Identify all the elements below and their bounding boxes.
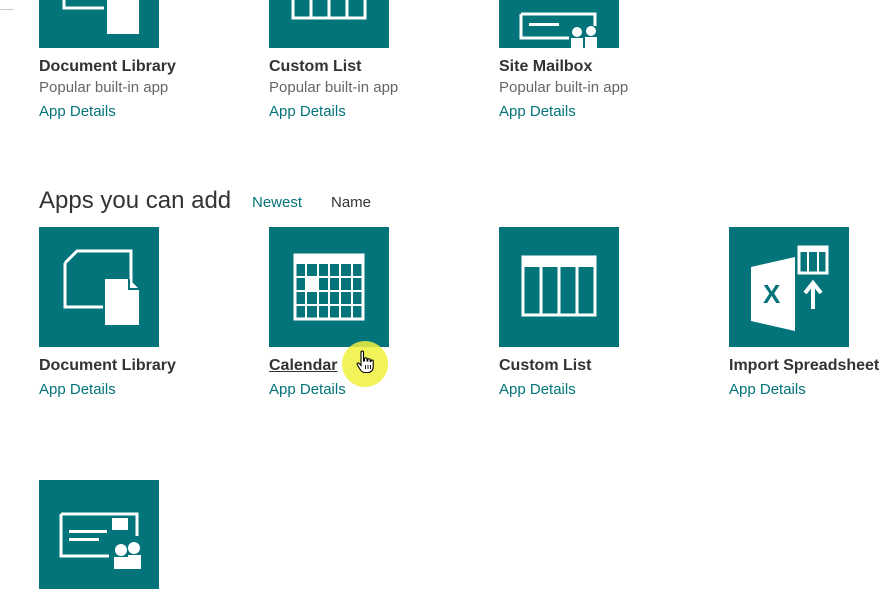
app-tile-custom-list[interactable]: Custom List App Details xyxy=(499,227,729,400)
custom-list-icon[interactable] xyxy=(269,0,389,48)
svg-text:X: X xyxy=(763,279,781,309)
calendar-icon[interactable] xyxy=(269,227,389,347)
tile-subtitle: Popular built-in app xyxy=(269,79,399,96)
contacts-card-icon[interactable] xyxy=(39,480,159,589)
document-library-icon[interactable] xyxy=(39,227,159,347)
app-tile-contacts[interactable] xyxy=(39,480,269,589)
tile-title[interactable]: Custom List xyxy=(269,57,499,77)
app-tile-document-library[interactable]: Document Library App Details xyxy=(39,227,269,400)
site-mailbox-icon[interactable] xyxy=(499,0,619,48)
add-an-app-page: Document Library Popular built-in app Ap… xyxy=(0,0,894,589)
app-details-link[interactable]: App Details xyxy=(729,380,894,400)
divider xyxy=(0,9,14,10)
tile-title[interactable]: Custom List xyxy=(499,356,729,376)
hand-cursor-icon xyxy=(356,350,374,379)
popular-tile-site-mailbox[interactable]: Site Mailbox Popular built-in app App De… xyxy=(499,0,729,122)
tile-subtitle: Popular built-in app xyxy=(499,79,629,96)
app-details-link[interactable]: App Details xyxy=(499,102,729,122)
sort-newest-link[interactable]: Newest xyxy=(252,193,302,213)
app-details-link[interactable]: App Details xyxy=(269,380,499,400)
tile-title[interactable]: Import Spreadsheet xyxy=(729,356,894,376)
sort-name-link[interactable]: Name xyxy=(331,193,371,213)
popular-tile-custom-list[interactable]: Custom List Popular built-in app App Det… xyxy=(269,0,499,122)
popular-tile-document-library[interactable]: Document Library Popular built-in app Ap… xyxy=(39,0,269,122)
tile-title[interactable]: Document Library xyxy=(39,356,269,376)
app-details-link[interactable]: App Details xyxy=(499,380,729,400)
section-heading: Apps you can add xyxy=(39,187,232,214)
app-details-link[interactable]: App Details xyxy=(39,380,269,400)
excel-import-icon[interactable]: X xyxy=(729,227,849,347)
app-tile-import-spreadsheet[interactable]: X Import Spreadsheet App Details xyxy=(729,227,894,400)
app-details-link[interactable]: App Details xyxy=(39,102,269,122)
tile-subtitle: Popular built-in app xyxy=(39,79,169,96)
document-library-icon[interactable] xyxy=(39,0,159,48)
app-details-link[interactable]: App Details xyxy=(269,102,499,122)
custom-list-icon[interactable] xyxy=(499,227,619,347)
tile-title[interactable]: Site Mailbox xyxy=(499,57,729,77)
tile-title[interactable]: Document Library xyxy=(39,57,269,77)
